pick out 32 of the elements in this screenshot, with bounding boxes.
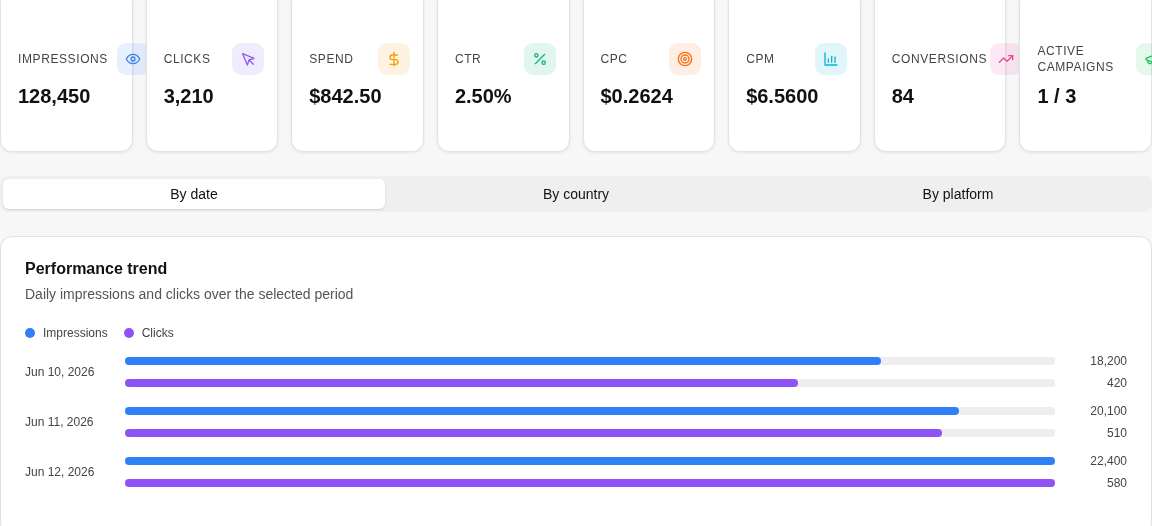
metric-value: $6.5600 — [746, 85, 820, 108]
date-label: Jun 10, 2026 — [25, 365, 96, 379]
legend-label: Impressions — [43, 326, 108, 340]
metric-label: CPC — [600, 51, 628, 67]
metric-value: 84 — [891, 85, 915, 108]
bar-value: 580 — [1105, 476, 1127, 490]
metric-value: $842.50 — [309, 85, 383, 108]
metric-label: IMPRESSIONS — [18, 51, 108, 67]
tab[interactable]: By platform — [767, 179, 1149, 209]
metric-label: ACTIVE CAMPAIGNS — [1037, 43, 1115, 75]
metric-value: 1 / 3 — [1037, 85, 1078, 108]
metric-label: CLICKS — [163, 51, 211, 67]
bar-value: 22,400 — [1089, 454, 1127, 468]
bar-value: 510 — [1105, 426, 1127, 440]
metric-label: CTR — [454, 51, 482, 67]
panel-subtitle: Daily impressions and clicks over the selected period — [25, 286, 355, 302]
metric-value: 3,210 — [163, 85, 215, 108]
legend-label: Clicks — [141, 326, 174, 340]
metric-value: $0.2624 — [600, 85, 674, 108]
date-label: Jun 12, 2026 — [25, 465, 96, 479]
bar-value: 18,200 — [1089, 354, 1127, 368]
bar-value: 420 — [1105, 376, 1127, 390]
metric-label: SPEND — [309, 51, 354, 67]
panel-title: Performance trend — [25, 260, 169, 278]
metric-label: CONVERSIONS — [891, 51, 988, 67]
metric-label: CPM — [746, 51, 775, 67]
tab[interactable]: By country — [385, 179, 767, 209]
metric-value: 2.50% — [454, 85, 513, 108]
tab[interactable]: By date — [3, 179, 385, 209]
bar-value: 20,100 — [1089, 404, 1127, 418]
metric-value: 128,450 — [18, 85, 92, 108]
date-label: Jun 11, 2026 — [25, 415, 95, 429]
